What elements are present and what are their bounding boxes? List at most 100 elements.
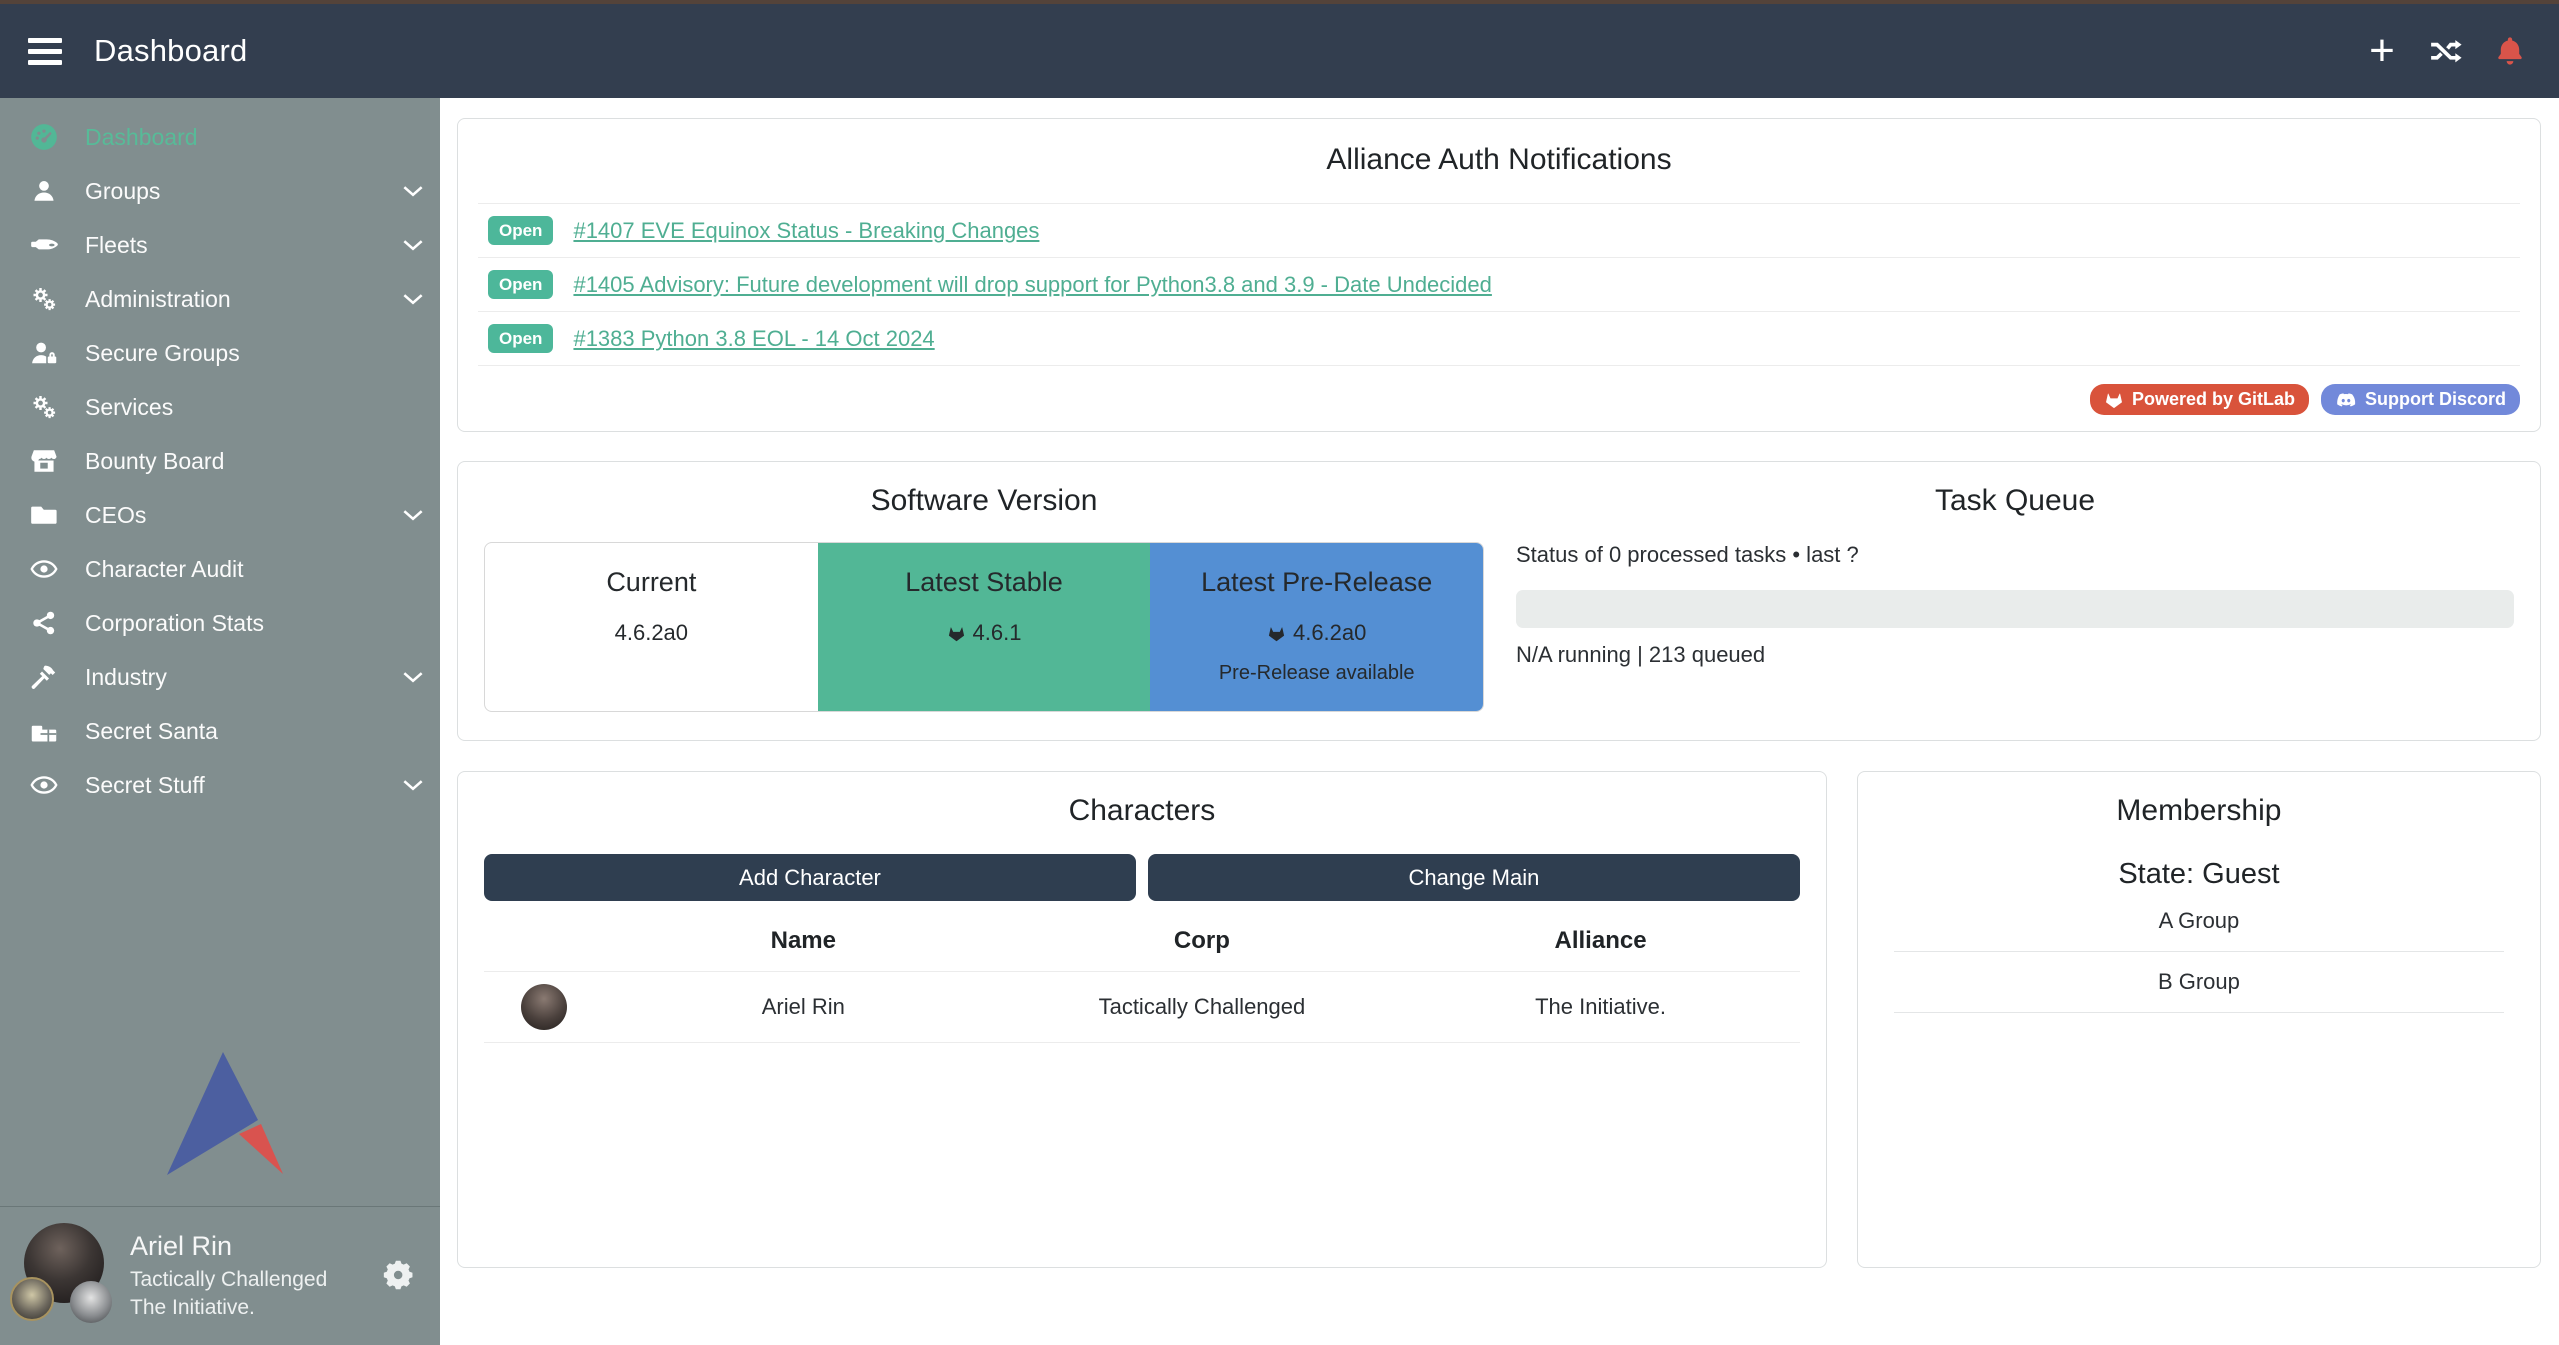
software-version-title: Software Version — [484, 484, 1484, 518]
character-avatar — [521, 984, 567, 1030]
notifications-list: Open #1407 EVE Equinox Status - Breaking… — [478, 203, 2520, 366]
version-label: Latest Stable — [818, 567, 1151, 598]
user-icon — [27, 177, 61, 205]
add-character-button[interactable]: Add Character — [484, 854, 1136, 901]
version-label: Latest Pre-Release — [1150, 567, 1483, 598]
sidebar-item-dashboard[interactable]: Dashboard — [0, 110, 440, 164]
sidebar-item-label: Bounty Board — [85, 448, 224, 475]
cogs-icon — [27, 285, 61, 313]
membership-group: B Group — [1894, 952, 2504, 1013]
alliance-auth-logo — [0, 1048, 440, 1206]
membership-group: A Group — [1894, 891, 2504, 952]
version-current: Current 4.6.2a0 — [485, 543, 818, 711]
status-badge: Open — [488, 270, 553, 299]
sidebar-item-ceos[interactable]: CEOs — [0, 488, 440, 542]
software-task-panel: Software Version Current 4.6.2a0 Latest … — [457, 461, 2541, 741]
shuffle-icon[interactable] — [2429, 34, 2463, 68]
dashboard-page: Dashboard + — [0, 0, 2559, 1345]
characters-title: Characters — [484, 794, 1800, 828]
store-icon — [27, 447, 61, 475]
chevron-down-icon — [400, 772, 426, 798]
user-corp: Tactically Challenged — [130, 1269, 327, 1290]
sidebar-item-administration[interactable]: Administration — [0, 272, 440, 326]
notifications-panel: Alliance Auth Notifications Open #1407 E… — [457, 118, 2541, 432]
eye-icon — [27, 555, 61, 583]
sidebar-item-label: Secret Stuff — [85, 772, 205, 799]
powered-by-gitlab-badge[interactable]: Powered by GitLab — [2090, 384, 2309, 415]
sidebar: Dashboard Groups — [0, 98, 440, 1345]
sidebar-item-services[interactable]: Services — [0, 380, 440, 434]
main-content: Alliance Auth Notifications Open #1407 E… — [440, 98, 2559, 1345]
task-queue-counts: N/A running | 213 queued — [1516, 642, 2514, 668]
task-queue-progress-bar — [1516, 590, 2514, 628]
task-queue-title: Task Queue — [1516, 484, 2514, 518]
version-boxes: Current 4.6.2a0 Latest Stable 4.6.1 Late… — [484, 542, 1484, 712]
characters-table: Name Corp Alliance Ariel Rin Tactically … — [484, 909, 1800, 1043]
folder-icon — [27, 501, 61, 529]
table-row: Ariel Rin Tactically Challenged The Init… — [484, 971, 1800, 1043]
gitlab-badge-label: Powered by GitLab — [2132, 389, 2295, 410]
sidebar-item-label: Secret Santa — [85, 718, 218, 745]
gauge-icon — [27, 123, 61, 151]
user-alliance: The Initiative. — [130, 1297, 327, 1318]
corp-logo — [10, 1277, 54, 1321]
version-number: 4.6.2a0 — [615, 620, 688, 646]
cell-character-alliance: The Initiative. — [1401, 994, 1800, 1020]
sidebar-item-label: Groups — [85, 178, 160, 205]
notification-footer: Powered by GitLab Support Discord — [478, 384, 2520, 415]
cell-character-name: Ariel Rin — [604, 994, 1003, 1020]
sidebar-item-character-audit[interactable]: Character Audit — [0, 542, 440, 596]
sidebar-item-label: Administration — [85, 286, 231, 313]
notification-link[interactable]: #1405 Advisory: Future development will … — [573, 272, 1491, 298]
notification-row: Open #1383 Python 3.8 EOL - 14 Oct 2024 — [478, 311, 2520, 366]
status-badge: Open — [488, 324, 553, 353]
membership-state: State: Guest — [1880, 858, 2518, 891]
sidebar-item-corporation-stats[interactable]: Corporation Stats — [0, 596, 440, 650]
software-version-section: Software Version Current 4.6.2a0 Latest … — [484, 484, 1484, 712]
sidebar-item-bounty-board[interactable]: Bounty Board — [0, 434, 440, 488]
sidebar-menu: Dashboard Groups — [0, 98, 440, 812]
gear-icon[interactable] — [382, 1258, 416, 1292]
gitlab-icon — [1267, 624, 1286, 643]
chevron-down-icon — [400, 232, 426, 258]
sidebar-item-secret-stuff[interactable]: Secret Stuff — [0, 758, 440, 812]
avatar — [22, 1223, 106, 1327]
notification-link[interactable]: #1383 Python 3.8 EOL - 14 Oct 2024 — [573, 326, 934, 352]
change-main-button[interactable]: Change Main — [1148, 854, 1800, 901]
eye-icon — [27, 771, 61, 799]
discord-badge-label: Support Discord — [2365, 389, 2506, 410]
version-number: 4.6.1 — [973, 620, 1022, 646]
chevron-down-icon — [400, 664, 426, 690]
top-navbar: Dashboard + — [0, 4, 2559, 98]
chevron-down-icon — [400, 178, 426, 204]
sidebar-item-secure-groups[interactable]: Secure Groups — [0, 326, 440, 380]
version-note: Pre-Release available — [1150, 662, 1483, 685]
sidebar-item-label: Secure Groups — [85, 340, 240, 367]
user-name: Ariel Rin — [130, 1233, 327, 1260]
chevron-down-icon — [400, 502, 426, 528]
sidebar-item-label: Corporation Stats — [85, 610, 264, 637]
sidebar-item-secret-santa[interactable]: Secret Santa — [0, 704, 440, 758]
add-icon[interactable]: + — [2365, 34, 2399, 68]
notification-link[interactable]: #1407 EVE Equinox Status - Breaking Chan… — [573, 218, 1039, 244]
membership-panel: Membership State: Guest A Group B Group — [1857, 771, 2541, 1268]
sidebar-item-label: Industry — [85, 664, 167, 691]
discord-icon — [2335, 390, 2357, 410]
cogs-icon — [27, 393, 61, 421]
sidebar-item-label: Fleets — [85, 232, 148, 259]
membership-title: Membership — [1880, 794, 2518, 828]
column-header-name: Name — [604, 927, 1003, 955]
notification-row: Open #1405 Advisory: Future development … — [478, 257, 2520, 311]
sidebar-item-label: CEOs — [85, 502, 146, 529]
user-panel: Ariel Rin Tactically Challenged The Init… — [0, 1207, 440, 1345]
sidebar-item-groups[interactable]: Groups — [0, 164, 440, 218]
notification-row: Open #1407 EVE Equinox Status - Breaking… — [478, 203, 2520, 257]
sidebar-item-label: Dashboard — [85, 124, 198, 151]
support-discord-badge[interactable]: Support Discord — [2321, 384, 2520, 415]
menu-toggle-icon[interactable] — [28, 38, 62, 65]
task-queue-status: Status of 0 processed tasks • last ? — [1516, 542, 2514, 568]
version-latest-stable: Latest Stable 4.6.1 — [818, 543, 1151, 711]
sidebar-item-fleets[interactable]: Fleets — [0, 218, 440, 272]
sidebar-item-industry[interactable]: Industry — [0, 650, 440, 704]
notification-bell-icon[interactable] — [2493, 34, 2527, 68]
